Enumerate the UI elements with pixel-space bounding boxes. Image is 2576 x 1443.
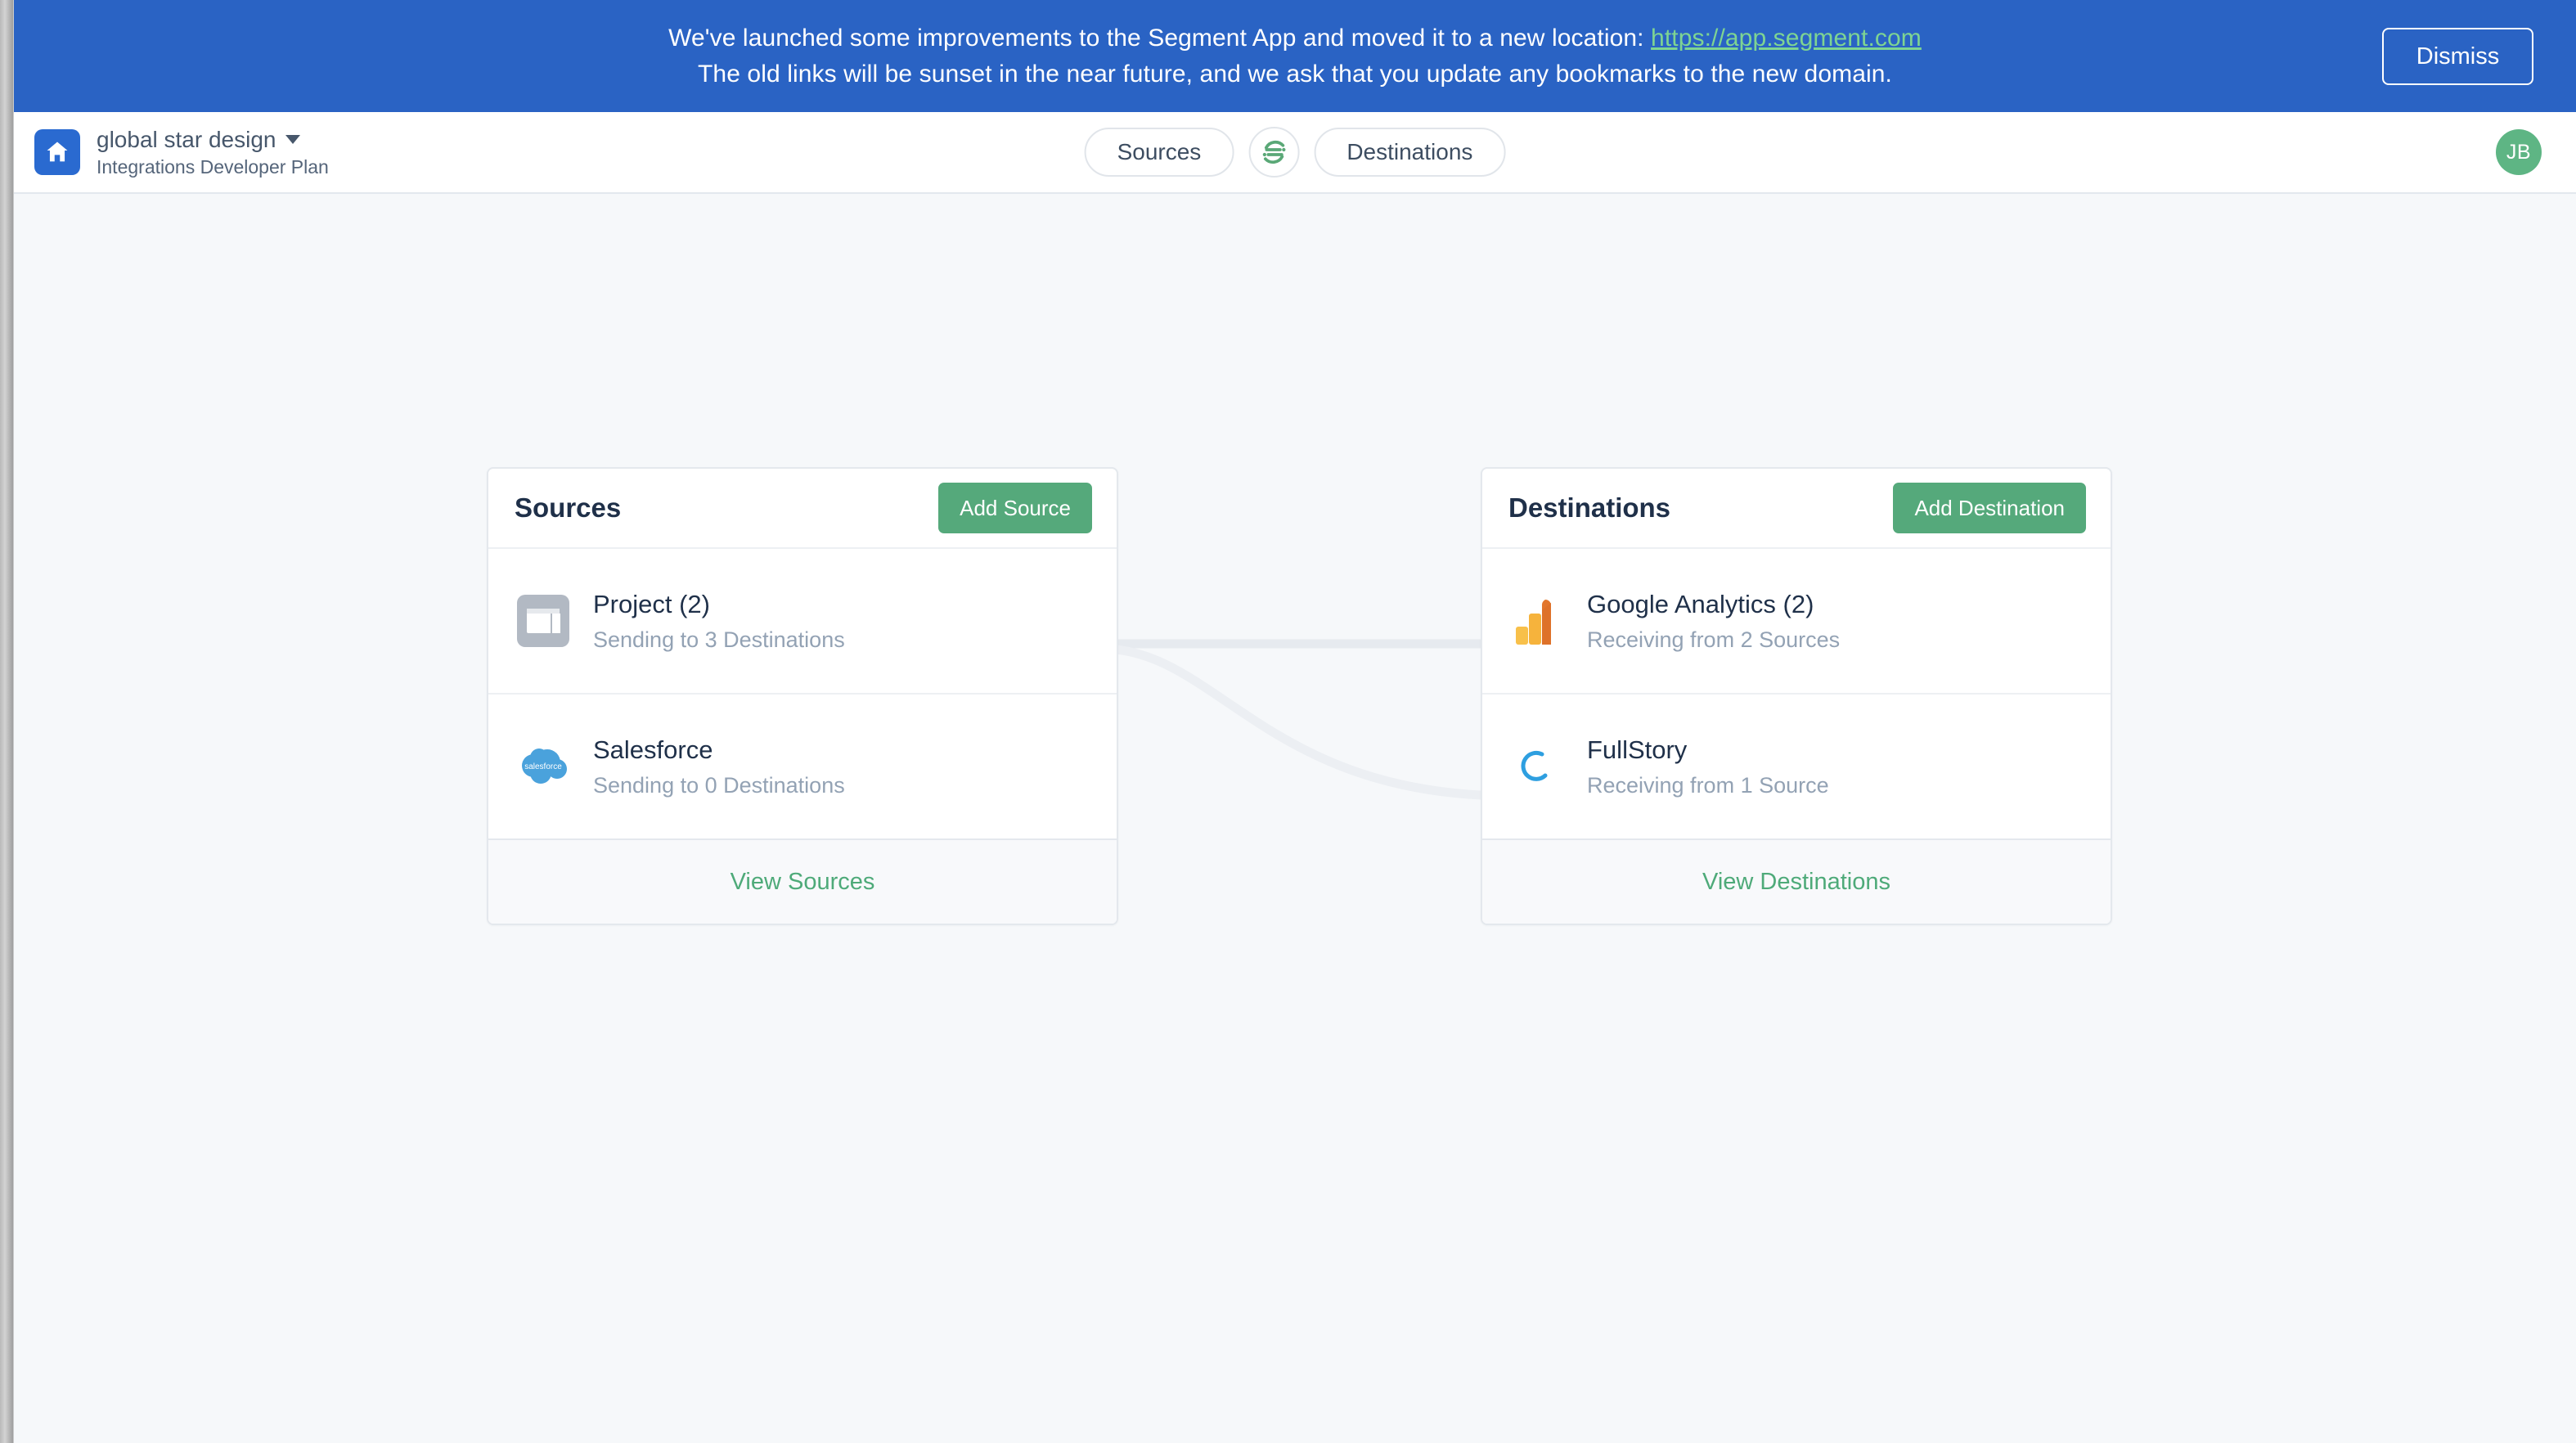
add-destination-button[interactable]: Add Destination bbox=[1893, 483, 2086, 533]
svg-text:salesforce: salesforce bbox=[524, 762, 562, 771]
view-sources-footer[interactable]: View Sources bbox=[488, 838, 1117, 924]
connection-lines bbox=[1102, 639, 1511, 801]
salesforce-icon: salesforce bbox=[515, 738, 572, 795]
destination-item-text: FullStory Receiving from 1 Source bbox=[1587, 735, 1829, 799]
banner-message: We've launched some improvements to the … bbox=[668, 20, 1922, 92]
sources-panel-title: Sources bbox=[515, 492, 622, 523]
source-item-name: Salesforce bbox=[593, 735, 713, 764]
banner-link[interactable]: https://app.segment.com bbox=[1651, 25, 1922, 52]
plan-name: Integrations Developer Plan bbox=[97, 156, 329, 178]
banner-line-1-text: We've launched some improvements to the … bbox=[668, 24, 1652, 52]
view-destinations-footer[interactable]: View Destinations bbox=[1482, 838, 2111, 924]
destinations-panel: Destinations Add Destination Google Anal bbox=[1481, 467, 2112, 925]
add-source-button[interactable]: Add Source bbox=[938, 483, 1092, 533]
workspace-selector[interactable]: global star design bbox=[97, 126, 329, 154]
destinations-panel-title: Destinations bbox=[1508, 492, 1671, 523]
workspace-name: global star design bbox=[97, 126, 276, 152]
project-icon bbox=[515, 592, 572, 650]
view-destinations-link: View Destinations bbox=[1702, 868, 1890, 895]
destination-item-name: Google Analytics (2) bbox=[1587, 589, 1814, 618]
google-analytics-icon bbox=[1508, 592, 1566, 650]
source-list-item-salesforce[interactable]: salesforce Salesforce Sending to 0 Desti… bbox=[488, 693, 1117, 838]
source-item-name: Project (2) bbox=[593, 589, 710, 618]
home-icon[interactable] bbox=[34, 128, 80, 175]
destination-item-status: Receiving from 2 Sources bbox=[1587, 627, 1841, 653]
banner-line-2: The old links will be sunset in the near… bbox=[698, 60, 1892, 88]
sources-panel-header: Sources Add Source bbox=[488, 469, 1117, 547]
destination-item-text: Google Analytics (2) Receiving from 2 So… bbox=[1587, 589, 1840, 654]
brand-block[interactable]: global star design Integrations Develope… bbox=[34, 126, 329, 178]
app-header: global star design Integrations Develope… bbox=[14, 112, 2576, 194]
chevron-down-icon bbox=[285, 135, 301, 145]
nav-sources-button[interactable]: Sources bbox=[1084, 128, 1234, 177]
banner-line-1: We've launched some improvements to the … bbox=[668, 20, 1922, 56]
nav-destinations-button[interactable]: Destinations bbox=[1314, 128, 1506, 177]
destinations-panel-header: Destinations Add Destination bbox=[1482, 469, 2111, 547]
workspace-block: global star design Integrations Develope… bbox=[97, 126, 329, 178]
segment-logo-icon[interactable] bbox=[1248, 127, 1300, 178]
fullstory-icon bbox=[1508, 738, 1566, 795]
destination-item-name: FullStory bbox=[1587, 735, 1688, 764]
avatar[interactable]: JB bbox=[2496, 129, 2542, 175]
sources-panel: Sources Add Source Project (2) Sending t… bbox=[487, 467, 1118, 925]
source-item-status: Sending to 3 Destinations bbox=[593, 627, 845, 653]
view-sources-link: View Sources bbox=[730, 868, 875, 895]
main-content: Sources Add Source Project (2) Sending t… bbox=[14, 194, 2576, 1441]
source-item-text: Project (2) Sending to 3 Destinations bbox=[593, 589, 845, 654]
header-nav: Sources Destinations bbox=[1084, 127, 1506, 178]
browser-window-frame: We've launched some improvements to the … bbox=[0, 0, 2576, 1443]
announcement-banner: We've launched some improvements to the … bbox=[14, 0, 2576, 112]
destination-list-item-google-analytics[interactable]: Google Analytics (2) Receiving from 2 So… bbox=[1482, 547, 2111, 693]
source-item-text: Salesforce Sending to 0 Destinations bbox=[593, 735, 845, 799]
destination-item-status: Receiving from 1 Source bbox=[1587, 773, 1829, 798]
source-item-status: Sending to 0 Destinations bbox=[593, 773, 845, 798]
dismiss-button[interactable]: Dismiss bbox=[2382, 28, 2533, 85]
source-list-item-project[interactable]: Project (2) Sending to 3 Destinations bbox=[488, 547, 1117, 693]
destination-list-item-fullstory[interactable]: FullStory Receiving from 1 Source bbox=[1482, 693, 2111, 838]
page-viewport: We've launched some improvements to the … bbox=[14, 0, 2576, 1443]
